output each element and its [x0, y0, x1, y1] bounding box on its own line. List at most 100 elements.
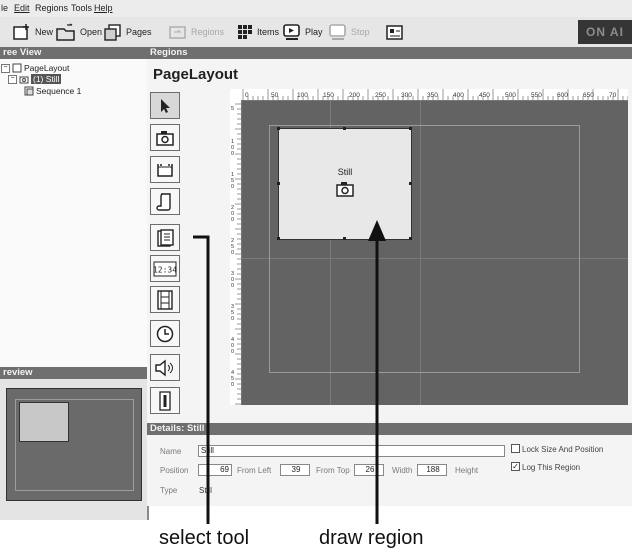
still-region[interactable]: Still — [277, 127, 412, 240]
preview-panel: review — [0, 367, 149, 520]
svg-text:12:34: 12:34 — [153, 265, 177, 274]
properties-button[interactable] — [385, 21, 405, 43]
resize-handle[interactable] — [409, 237, 412, 240]
position-label: Position — [160, 466, 189, 475]
tree-item-label: PageLayout — [24, 63, 70, 73]
video-tool-button[interactable] — [150, 286, 180, 313]
pages-icon — [104, 24, 121, 41]
ruler-label: 450 — [479, 92, 490, 99]
camera-icon — [156, 130, 174, 146]
tree-item-pagelayout[interactable]: − PageLayout — [1, 63, 69, 73]
resize-handle[interactable] — [409, 182, 412, 185]
resize-handle[interactable] — [277, 182, 280, 185]
new-page-icon — [13, 24, 29, 40]
items-button[interactable]: Items — [236, 21, 279, 43]
tree-item-sequence[interactable]: Sequence 1 — [24, 86, 81, 96]
properties-icon — [386, 25, 403, 40]
from-left-input[interactable]: 39 — [280, 464, 310, 476]
resize-handle[interactable] — [277, 127, 280, 130]
still-tool-button[interactable] — [150, 124, 180, 151]
horizontal-ruler: 0 50 100 150 200 250 300 350 400 450 500 550 600 650 7… — [230, 89, 628, 101]
tree-item-still[interactable]: − (1) Still — [8, 74, 62, 84]
select-tool-callout: select tool — [159, 527, 250, 549]
details-header: Details: Still — [147, 423, 632, 435]
resize-handle[interactable] — [277, 237, 280, 240]
speaker-icon — [155, 359, 173, 376]
list-tool-button[interactable] — [150, 224, 180, 251]
ruler-label: 70 — [609, 92, 617, 99]
digital-clock-tool-button[interactable]: 12:34 — [150, 255, 180, 282]
vertical-ruler: 5100150200250300350400450 — [230, 100, 242, 405]
preview-thumbnail — [6, 388, 142, 501]
new-label: New — [35, 27, 54, 37]
name-input[interactable]: Still — [198, 445, 505, 457]
name-label: Name — [160, 447, 182, 456]
scroll-tool-button[interactable] — [150, 188, 180, 215]
stop-label: Stop — [351, 27, 370, 37]
menu-help[interactable]: Help — [94, 3, 113, 13]
ruler-label: 0 — [231, 283, 234, 289]
ruler-label: 0 — [231, 316, 234, 322]
ruler-label: 0 — [231, 151, 234, 157]
audio-tool-button[interactable] — [150, 354, 180, 381]
scroll-icon — [156, 192, 171, 211]
list-icon — [157, 228, 174, 247]
play-label: Play — [305, 27, 323, 37]
menu-file[interactable]: le — [1, 3, 8, 13]
menu-tools[interactable]: Tools — [71, 3, 92, 13]
log-region-label: Log This Region — [522, 463, 581, 472]
select-tool-button[interactable] — [150, 92, 180, 119]
ruler-label: 650 — [583, 92, 594, 99]
ruler-label: 300 — [401, 92, 412, 99]
play-button[interactable]: Play — [282, 21, 323, 43]
tree-item-label: Sequence 1 — [36, 86, 82, 96]
ruler-label: 0 — [245, 92, 249, 99]
film-icon — [157, 289, 173, 310]
arrow-pointer-icon — [161, 98, 170, 113]
resize-handle[interactable] — [343, 127, 346, 130]
menu-edit[interactable]: Edit — [14, 3, 30, 13]
collapse-icon[interactable]: − — [8, 74, 17, 84]
menu-regions[interactable]: Regions — [35, 3, 68, 13]
ruler-label: 0 — [231, 349, 234, 355]
log-region-checkbox[interactable]: ✓ — [511, 462, 520, 471]
from-top-input[interactable]: 26 — [354, 464, 384, 476]
ruler-label: 0 — [231, 382, 234, 388]
pages-button[interactable]: Pages — [103, 21, 152, 43]
tree-view-panel: ree View − PageLayout − (1) Still Sequen… — [0, 47, 149, 367]
ruler-label: 500 — [505, 92, 516, 99]
tree-view-header: ree View — [0, 47, 147, 59]
resize-handle[interactable] — [409, 127, 412, 130]
ruler-label: 0 — [231, 250, 234, 256]
page-title: PageLayout — [153, 66, 239, 83]
new-button[interactable]: New — [12, 21, 53, 43]
width-input[interactable]: 188 — [417, 464, 447, 476]
open-button[interactable]: Open — [55, 21, 102, 43]
stop-button[interactable]: Stop — [328, 21, 370, 43]
items-label: Items — [257, 27, 280, 37]
sequence-icon — [24, 86, 34, 96]
ruler-label: 250 — [375, 92, 386, 99]
position-input[interactable]: 69 — [198, 464, 232, 476]
weather-tool-button[interactable] — [150, 387, 180, 414]
resize-handle[interactable] — [343, 237, 346, 240]
tree-item-label: (1) Still — [31, 74, 62, 84]
region-camera-icon — [336, 182, 354, 197]
ruler-label: 50 — [271, 92, 279, 99]
ticker-tool-button[interactable] — [150, 156, 180, 183]
digital-clock-icon: 12:34 — [153, 261, 177, 276]
ruler-label: 400 — [453, 92, 464, 99]
play-monitor-icon — [283, 24, 300, 40]
ruler-label: 0 — [231, 184, 234, 190]
collapse-icon[interactable]: − — [1, 63, 10, 73]
toolbar: New Open Pages Regions Items Play Stop O… — [0, 17, 632, 48]
regions-button[interactable]: Regions — [168, 21, 224, 43]
clock-tool-button[interactable] — [150, 320, 180, 347]
regions-header: Regions — [147, 47, 632, 59]
on-air-indicator: ON AI — [578, 20, 632, 44]
lock-size-checkbox[interactable] — [511, 444, 520, 453]
height-label: Height — [455, 466, 479, 475]
lock-size-label: Lock Size And Position — [522, 445, 604, 454]
pages-label: Pages — [126, 27, 152, 37]
ticker-icon — [157, 163, 173, 177]
